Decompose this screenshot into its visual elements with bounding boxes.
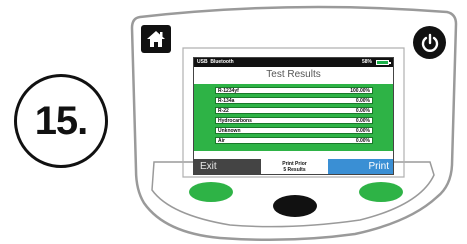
bluetooth-label: Bluetooth — [210, 59, 234, 65]
result-row-r134a: R-134a 0.00% — [215, 97, 373, 104]
device-screen: USB Bluetooth 58% Test Results R-1234yf … — [193, 57, 394, 175]
left-hardware-button[interactable] — [187, 180, 235, 204]
result-name: Air — [218, 138, 225, 144]
result-name: R-1234yf — [218, 88, 239, 94]
center-hardware-button[interactable] — [271, 193, 319, 219]
exit-softkey[interactable]: Exit — [194, 159, 261, 174]
battery-percent: 58% — [361, 59, 372, 65]
results-panel: R-1234yf 100.00% R-134a 0.00% R-22 0.00%… — [194, 84, 393, 151]
status-bar: USB Bluetooth 58% — [194, 58, 393, 67]
result-row-r22: R-22 0.00% — [215, 107, 373, 114]
result-value: 0.00% — [355, 108, 370, 114]
print-prior-line2: 5 Results — [283, 167, 306, 173]
power-button[interactable] — [413, 26, 446, 59]
result-name: R-134a — [218, 98, 235, 104]
result-row-air: Air 0.00% — [215, 137, 373, 144]
home-icon — [147, 31, 165, 47]
battery-icon — [376, 60, 391, 65]
power-icon — [421, 33, 438, 52]
result-value: 0.00% — [355, 98, 370, 104]
usb-label: USB — [197, 59, 208, 65]
result-value: 100.00% — [350, 88, 370, 94]
result-row-r1234yf: R-1234yf 100.00% — [215, 87, 373, 94]
print-softkey[interactable]: Print — [328, 159, 393, 174]
right-hardware-button[interactable] — [357, 180, 405, 204]
result-name: Hydrocarbons — [218, 118, 252, 124]
result-value: 0.00% — [355, 138, 370, 144]
result-name: Unknown — [218, 128, 241, 134]
result-name: R-22 — [218, 108, 229, 114]
result-value: 0.00% — [355, 128, 370, 134]
home-button[interactable] — [141, 25, 171, 53]
status-connectivity: USB Bluetooth — [197, 58, 234, 67]
result-row-unknown: Unknown 0.00% — [215, 127, 373, 134]
result-row-hydrocarbons: Hydrocarbons 0.00% — [215, 117, 373, 124]
softkey-bar: Exit Print Prior 5 Results Print — [194, 159, 393, 174]
print-prior-softkey[interactable]: Print Prior 5 Results — [261, 159, 328, 174]
screen-title: Test Results — [266, 69, 321, 80]
result-value: 0.00% — [355, 118, 370, 124]
